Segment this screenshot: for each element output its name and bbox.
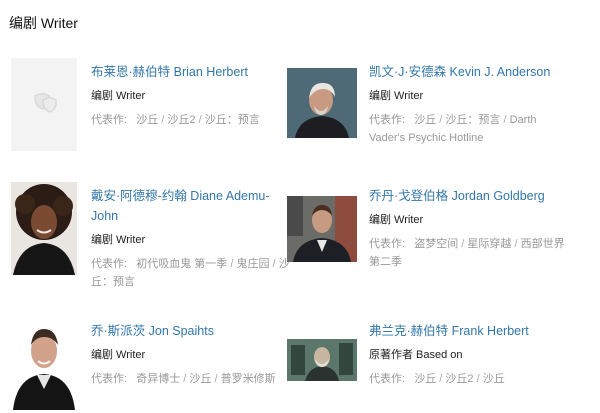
representative-works: 代表作: 沙丘 / 沙丘2 / 沙丘：预言 xyxy=(91,111,291,129)
representative-works: 代表作: 奇异博士 / 沙丘 / 普罗米修斯 xyxy=(91,370,291,388)
work-link[interactable]: 沙丘：预言 xyxy=(205,114,260,126)
works-label: 代表作: xyxy=(369,114,406,126)
work-link[interactable]: 初代吸血鬼 第一季 xyxy=(136,258,227,270)
works-separator: / xyxy=(511,238,521,250)
person-photo xyxy=(287,68,357,138)
representative-works: 代表作: 盗梦空间 / 星际穿越 / 西部世界 第二季 xyxy=(369,235,569,271)
person-role: 编剧 Writer xyxy=(369,90,424,102)
person-photo xyxy=(287,196,357,262)
works-separator: / xyxy=(473,373,483,385)
representative-works: 代表作: 沙丘 / 沙丘：预言 / Darth Vader's Psychic … xyxy=(369,111,569,147)
person-name[interactable]: 乔丹·戈登伯格 Jordan Goldberg xyxy=(369,186,569,206)
work-link[interactable]: 盗梦空间 xyxy=(414,238,458,250)
works-separator: / xyxy=(269,258,279,270)
works-separator: / xyxy=(195,114,205,126)
work-link[interactable]: 沙丘 xyxy=(414,373,436,385)
works-label: 代表作: xyxy=(369,238,406,250)
works-separator: / xyxy=(211,373,221,385)
person-photo xyxy=(11,317,77,410)
section-title: 编剧 Writer xyxy=(9,15,78,31)
work-link[interactable]: 鬼庄园 xyxy=(236,258,269,270)
work-link[interactable]: 沙丘2 xyxy=(445,373,473,385)
person-role: 编剧 Writer xyxy=(369,214,424,226)
work-link[interactable]: 沙丘2 xyxy=(167,114,195,126)
person-role: 原著作者 Based on xyxy=(369,349,463,361)
work-link[interactable]: 沙丘 xyxy=(136,114,158,126)
work-link[interactable]: 奇异博士 xyxy=(136,373,180,385)
avatar[interactable] xyxy=(287,339,357,381)
person-photo xyxy=(287,339,357,381)
person-role: 编剧 Writer xyxy=(91,234,146,246)
person-name[interactable]: 戴安·阿德穆-约翰 Diane Ademu-John xyxy=(91,186,291,226)
work-link[interactable]: 沙丘 xyxy=(483,373,505,385)
person-photo xyxy=(11,182,77,275)
avatar[interactable] xyxy=(11,317,77,410)
avatar[interactable] xyxy=(287,68,357,138)
theater-masks-icon xyxy=(34,93,57,113)
person-role: 编剧 Writer xyxy=(91,349,146,361)
work-link[interactable]: 普罗米修斯 xyxy=(221,373,276,385)
person-name[interactable]: 弗兰克·赫伯特 Frank Herbert xyxy=(369,321,569,341)
work-link[interactable]: 沙丘：预言 xyxy=(445,114,500,126)
works-label: 代表作: xyxy=(91,258,128,270)
person-role: 编剧 Writer xyxy=(91,90,146,102)
representative-works: 代表作: 初代吸血鬼 第一季 / 鬼庄园 / 沙丘：预言 xyxy=(91,255,291,291)
work-link[interactable]: 沙丘 xyxy=(189,373,211,385)
representative-works: 代表作: 沙丘 / 沙丘2 / 沙丘 xyxy=(369,370,569,388)
work-link[interactable]: 星际穿越 xyxy=(467,238,511,250)
avatar[interactable] xyxy=(287,196,357,262)
works-label: 代表作: xyxy=(91,114,128,126)
person-name[interactable]: 布莱恩·赫伯特 Brian Herbert xyxy=(91,62,291,82)
person-name[interactable]: 凯文·J·安德森 Kevin J. Anderson xyxy=(369,62,569,82)
person-name[interactable]: 乔·斯派茨 Jon Spaihts xyxy=(91,321,291,341)
works-label: 代表作: xyxy=(369,373,406,385)
work-link[interactable]: 沙丘 xyxy=(414,114,436,126)
avatar-placeholder[interactable] xyxy=(11,58,77,151)
works-label: 代表作: xyxy=(91,373,128,385)
avatar[interactable] xyxy=(11,182,77,275)
works-separator: / xyxy=(500,114,510,126)
